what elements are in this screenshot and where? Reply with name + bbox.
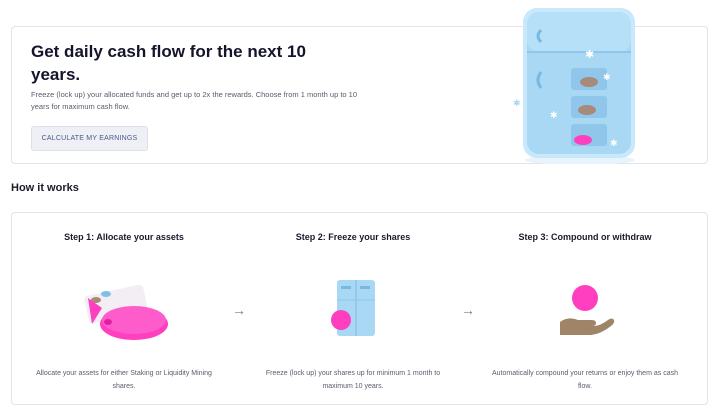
step-2-description: Freeze (lock up) your shares up for mini…	[265, 370, 441, 390]
step-2-title: Step 2: Freeze your shares	[295, 232, 411, 242]
svg-text:✱: ✱	[585, 48, 594, 61]
mini-fridge-illustration	[327, 278, 379, 340]
arrow-right-icon: →	[232, 302, 246, 318]
step-1-description: Allocate your assets for either Staking …	[36, 370, 212, 390]
step-3-description: Automatically compound your returns or e…	[492, 370, 678, 390]
svg-text:✱: ✱	[610, 139, 618, 149]
hero-title: Get daily cash flow for the next 10 year…	[31, 42, 306, 84]
coin-hand-illustration	[556, 282, 616, 336]
arrow-right-icon: →	[461, 302, 475, 318]
calculate-earnings-button[interactable]: CALCULATE MY EARNINGS	[31, 126, 148, 151]
fridge-illustration: ✱ ✱ ✱ ✱ ✱	[505, 0, 655, 164]
how-it-works-title: How it works	[11, 182, 79, 194]
svg-text:✱: ✱	[550, 111, 558, 121]
svg-text:✱: ✱	[603, 73, 611, 83]
step-3-title: Step 3: Compound or withdraw	[518, 232, 652, 242]
step-1-title: Step 1: Allocate your assets	[64, 232, 184, 242]
svg-text:✱: ✱	[513, 99, 521, 109]
hero-description: Freeze (lock up) your allocated funds an…	[31, 90, 358, 111]
piggy-bank-illustration	[78, 268, 178, 344]
